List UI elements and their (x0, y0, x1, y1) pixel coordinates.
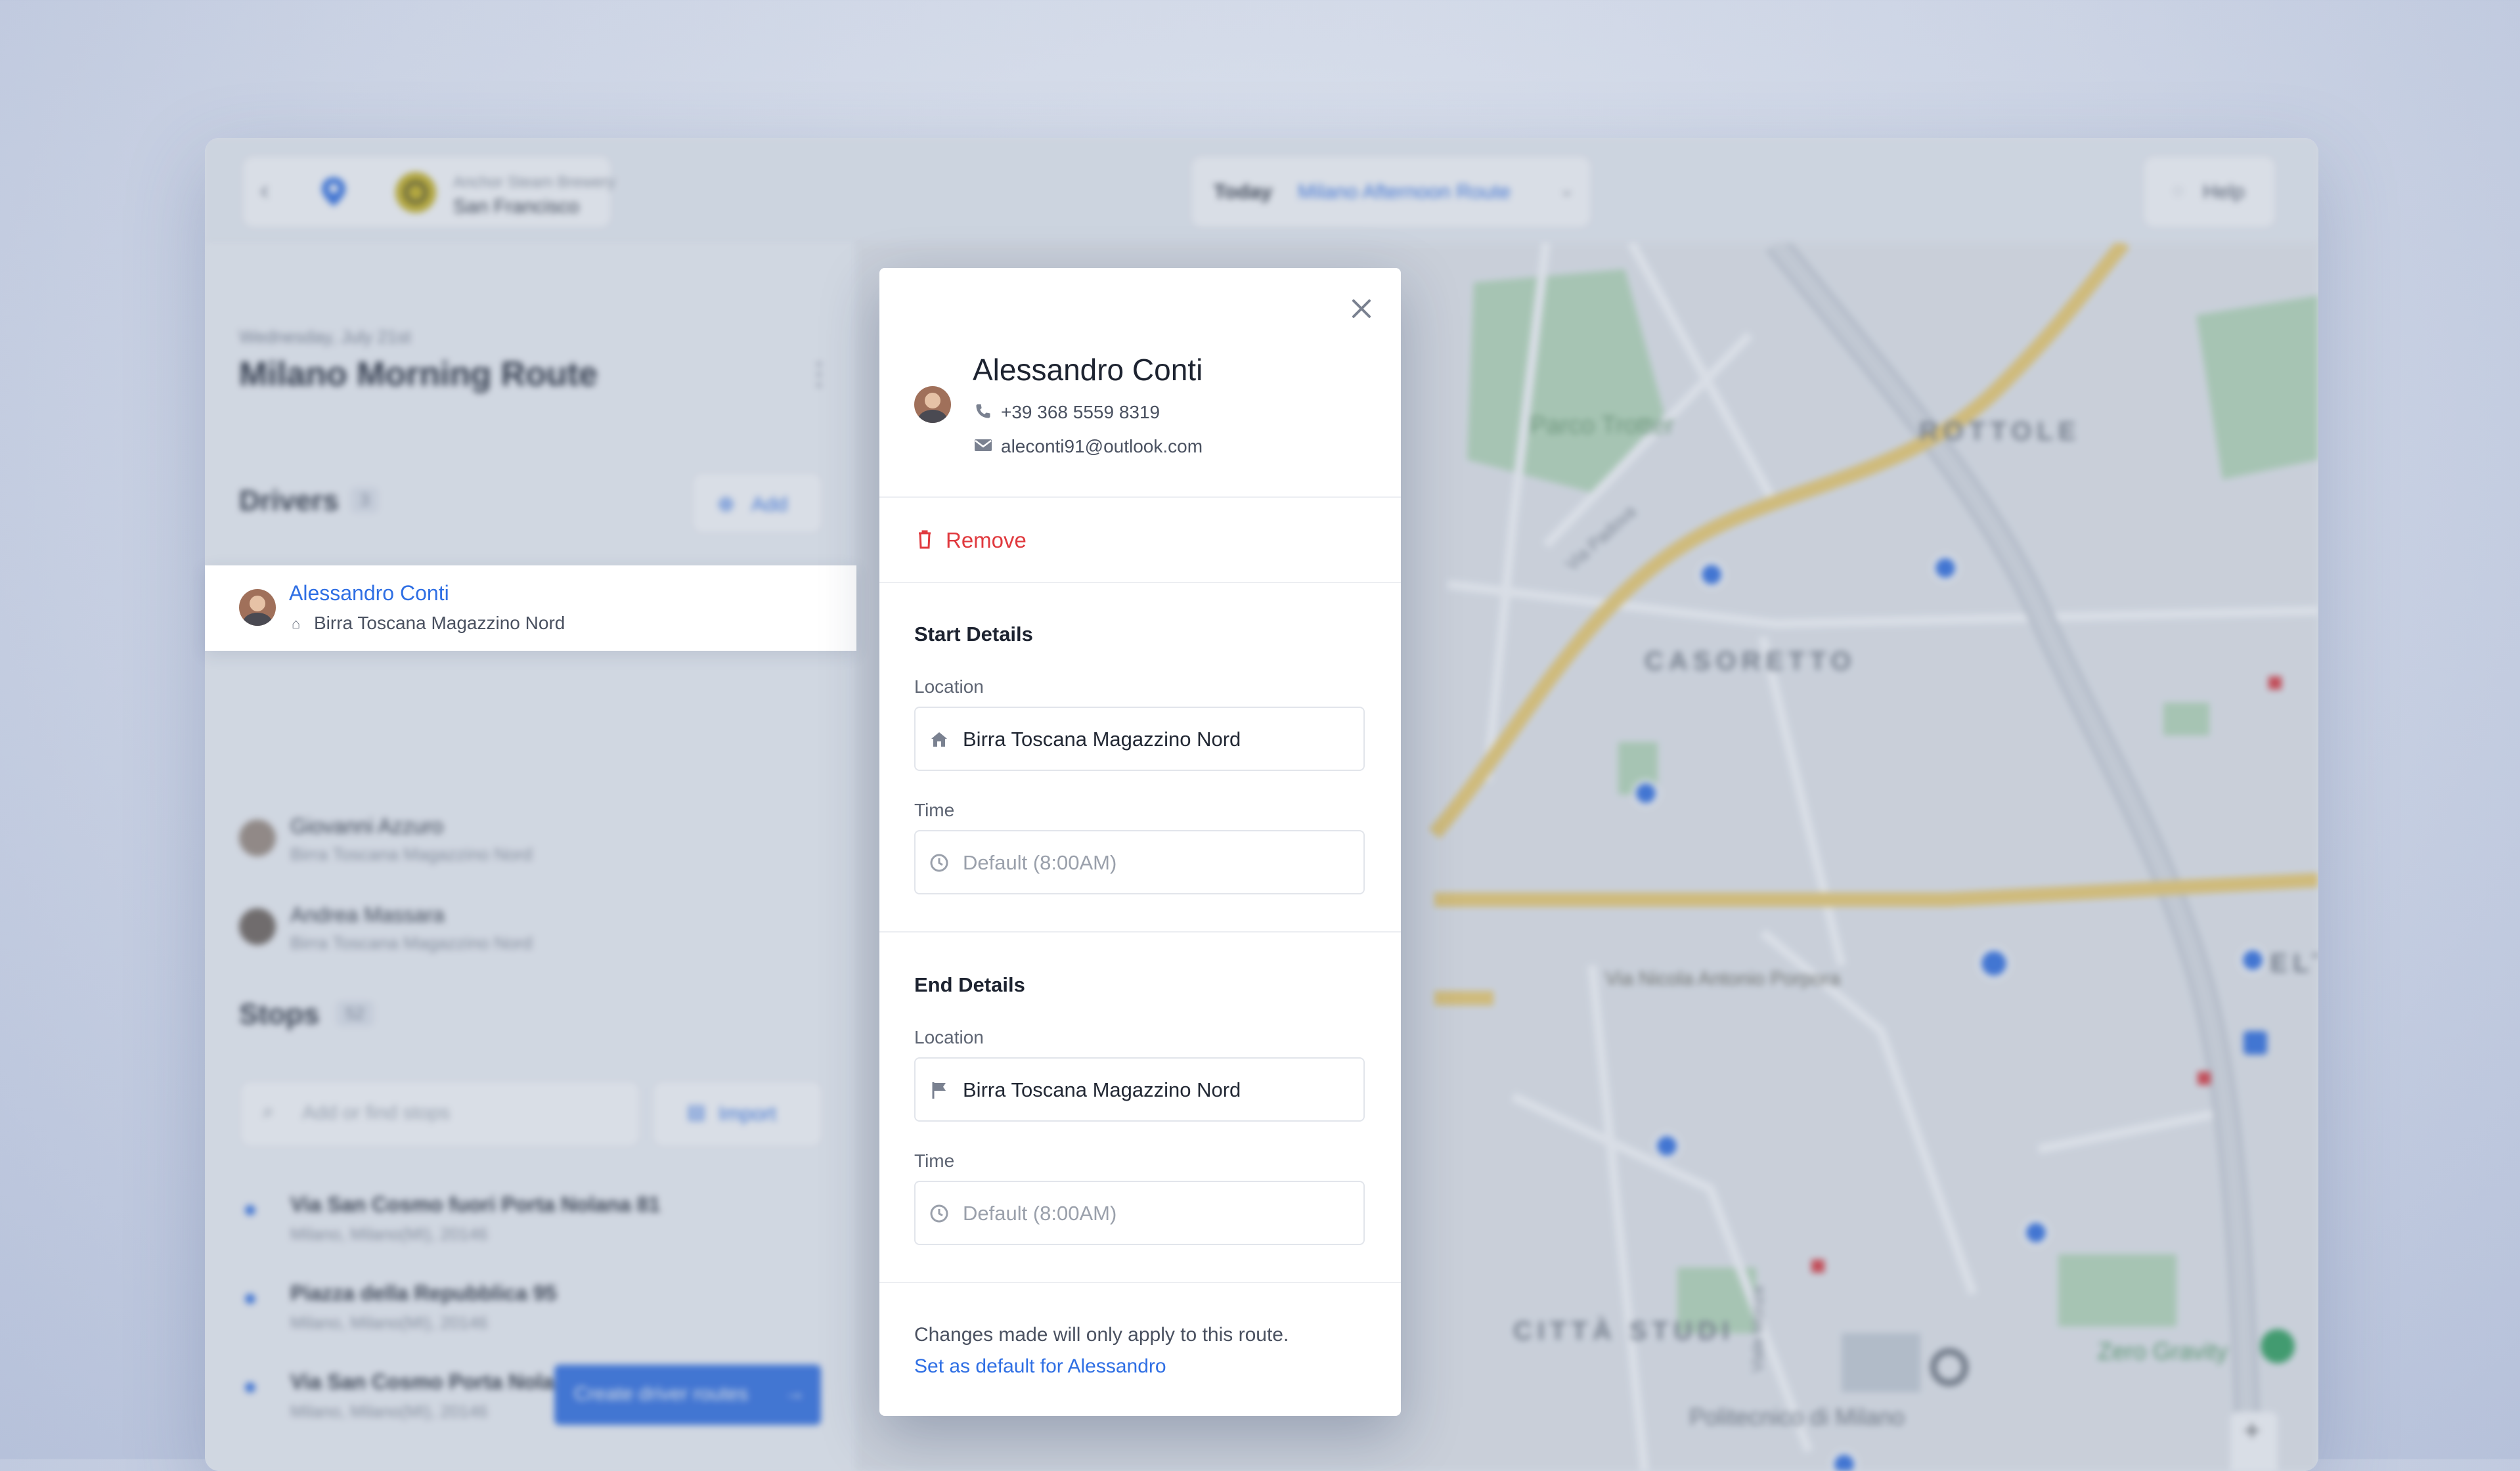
start-time-value: Default (8:00AM) (963, 851, 1117, 874)
driver-row-selected[interactable]: Alessandro Conti ⌂ Birra Toscana Magazzi… (205, 565, 856, 651)
clock-icon (930, 854, 948, 872)
end-location-field[interactable]: Birra Toscana Magazzino Nord (914, 1057, 1365, 1122)
end-time-field[interactable]: Default (8:00AM) (914, 1181, 1365, 1245)
trash-icon (919, 530, 931, 549)
start-location-label: Location (914, 676, 984, 697)
end-location-label: Location (914, 1027, 984, 1047)
start-details-heading: Start Details (914, 623, 1033, 646)
set-default-link[interactable]: Set as default for Alessandro (914, 1355, 1166, 1378)
remove-label: Remove (946, 528, 1027, 552)
divider (879, 496, 1401, 498)
driver-details-modal: Alessandro Conti +39 368 5559 8319 aleco… (879, 268, 1401, 1416)
divider (879, 582, 1401, 583)
start-time-label: Time (914, 800, 955, 820)
flag-icon (932, 1082, 946, 1099)
divider (879, 1282, 1401, 1283)
home-icon: ⌂ (292, 615, 301, 632)
driver-email[interactable]: aleconti91@outlook.com (1001, 436, 1203, 457)
close-icon[interactable] (1350, 297, 1373, 320)
remove-driver-button[interactable]: Remove (914, 524, 1046, 557)
driver-depot: Birra Toscana Magazzino Nord (314, 613, 565, 633)
route-only-note: Changes made will only apply to this rou… (914, 1324, 1289, 1346)
end-time-value: Default (8:00AM) (963, 1202, 1117, 1225)
clock-icon (930, 1204, 948, 1223)
end-details-heading: End Details (914, 973, 1025, 996)
phone-icon (976, 404, 990, 418)
driver-name: Alessandro Conti (289, 581, 449, 605)
end-location-value: Birra Toscana Magazzino Nord (963, 1078, 1241, 1101)
end-time-label: Time (914, 1151, 955, 1171)
start-location-field[interactable]: Birra Toscana Magazzino Nord (914, 707, 1365, 771)
avatar (239, 589, 276, 626)
driver-phone[interactable]: +39 368 5559 8319 (1001, 402, 1160, 423)
start-time-field[interactable]: Default (8:00AM) (914, 830, 1365, 894)
driver-name-title: Alessandro Conti (973, 353, 1203, 387)
avatar (914, 386, 951, 423)
start-location-value: Birra Toscana Magazzino Nord (963, 728, 1241, 751)
mail-icon (975, 439, 992, 451)
home-icon (931, 732, 947, 747)
divider (879, 931, 1401, 933)
